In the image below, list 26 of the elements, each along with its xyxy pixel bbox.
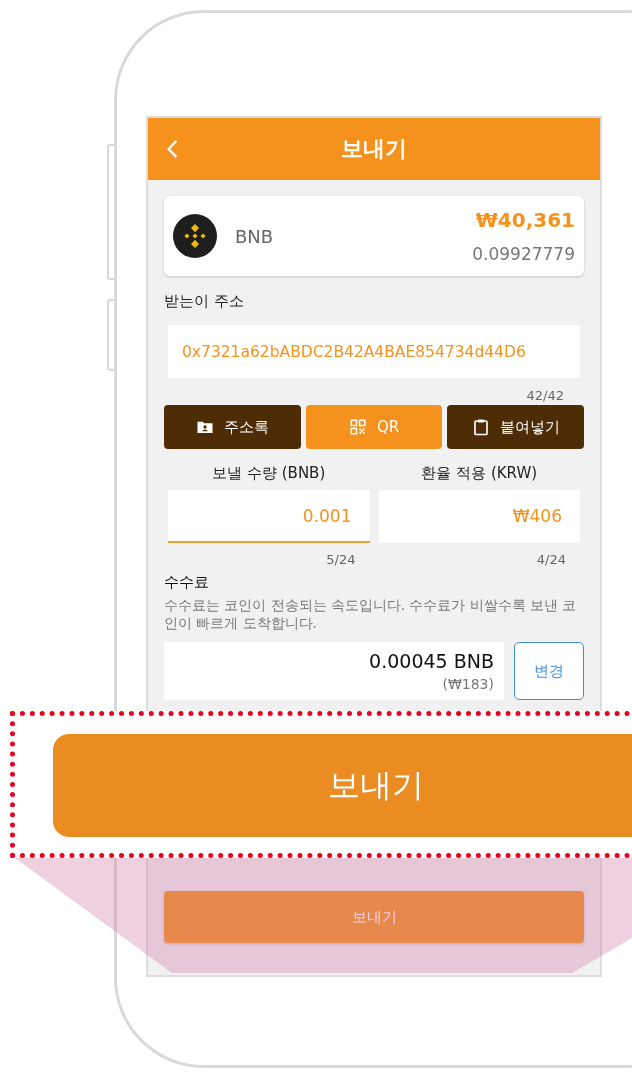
screen-title: 보내기: [340, 135, 408, 163]
amount-field[interactable]: ₩406: [378, 490, 580, 543]
qr-code-icon: [348, 418, 367, 436]
address-field[interactable]: 0x7321a62bABDC2B42A4BAE854734d44D6: [168, 325, 580, 378]
coin-name: BNB: [235, 225, 275, 247]
fee-krw-value: (₩183): [442, 676, 494, 693]
send-button[interactable]: 보내기: [164, 891, 584, 943]
field-label: 환율 적용 (KRW): [420, 464, 539, 483]
character-counter: 5/24: [325, 552, 357, 567]
action-button[interactable]: 주소록: [164, 405, 301, 449]
coin-logo-icon: [173, 214, 217, 258]
action-button[interactable]: 붙여넣기: [447, 405, 584, 449]
field-label: 받는이 주소: [164, 292, 245, 311]
send-button-enlarged[interactable]: 보내기: [53, 734, 632, 837]
coin-balance: 0.09927779: [472, 244, 575, 264]
character-counter: 42/42: [525, 388, 565, 403]
clipboard-icon: [471, 418, 490, 436]
fee-amount: 0.00045 BNB: [369, 650, 494, 673]
fee-description: 수수료는 코인이 전송되는 속도입니다. 수수료가 비쌀수록 보낸 코인이 빠르게 도착합니다.: [164, 596, 578, 633]
character-counter: 4/24: [535, 552, 567, 567]
section-title: 수수료: [164, 573, 210, 592]
amount-field[interactable]: 0.001: [168, 490, 370, 543]
coin-value: ₩40,361: [475, 208, 575, 232]
action-button[interactable]: QR: [305, 405, 443, 449]
change-button[interactable]: 변경: [514, 642, 584, 701]
field-label: 보낼 수량 (BNB): [211, 464, 327, 483]
